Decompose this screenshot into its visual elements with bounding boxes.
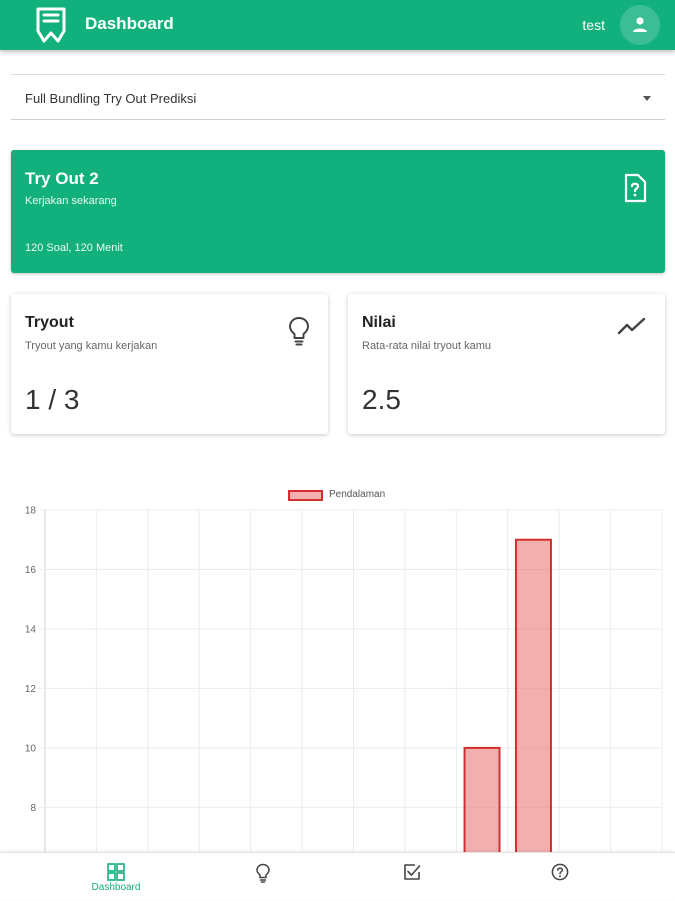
nav-dashboard[interactable]: Dashboard	[32, 853, 200, 901]
nav-label: Dashboard	[91, 882, 141, 893]
question-file-icon	[624, 173, 647, 203]
nav-help[interactable]	[476, 853, 644, 901]
y-tick-label: 16	[25, 565, 37, 576]
nav-tasks[interactable]	[328, 853, 496, 901]
trending-up-icon	[617, 317, 646, 335]
app-logo-icon[interactable]	[34, 5, 68, 45]
page-title: Dashboard	[85, 14, 174, 33]
username-label: test	[582, 17, 605, 33]
stat-value: 2.5	[362, 384, 401, 415]
bar	[463, 746, 501, 852]
bottom-navigation: Dashboard	[0, 852, 675, 900]
account-button[interactable]	[620, 5, 660, 45]
select-value: Full Bundling Try Out Prediksi	[25, 91, 197, 106]
stat-value: 1 / 3	[25, 384, 80, 415]
stat-subtitle: Rata-rata nilai tryout kamu	[362, 340, 491, 352]
legend-swatch	[288, 490, 323, 501]
dashboard-icon	[107, 863, 125, 881]
tryout-package-select[interactable]: Full Bundling Try Out Prediksi	[11, 74, 665, 120]
tryout-stat-card: Tryout Tryout yang kamu kerjakan 1 / 3	[11, 294, 328, 434]
tryout-card[interactable]: Try Out 2 Kerjakan sekarang 120 Soal, 12…	[11, 150, 665, 273]
y-tick-label: 14	[25, 624, 37, 635]
tryout-card-subtitle: Kerjakan sekarang	[25, 195, 117, 207]
bar	[514, 538, 552, 852]
y-tick-label: 12	[25, 684, 37, 695]
legend-label: Pendalaman	[329, 489, 386, 500]
stat-title: Tryout	[25, 314, 74, 331]
chart-area: 8 10 12 14 16 18 Pendalaman	[0, 480, 675, 852]
tryout-card-title: Try Out 2	[25, 169, 99, 188]
nav-tryout[interactable]	[180, 853, 348, 901]
y-tick-label: 8	[30, 803, 36, 814]
person-icon	[633, 17, 647, 32]
y-tick-label: 18	[25, 506, 37, 517]
tryout-card-meta: 120 Soal, 120 Menit	[25, 242, 123, 254]
bar-chart: 8 10 12 14 16 18	[25, 506, 663, 852]
score-stat-card: Nilai Rata-rata nilai tryout kamu 2.5	[348, 294, 665, 434]
checkbox-icon	[404, 864, 421, 880]
lightbulb-icon	[256, 863, 270, 883]
chevron-down-icon	[643, 96, 651, 101]
lightbulb-icon	[289, 317, 309, 346]
app-bar: Dashboard test	[0, 0, 675, 50]
help-icon	[551, 863, 569, 881]
y-tick-label: 10	[25, 743, 37, 754]
stat-subtitle: Tryout yang kamu kerjakan	[25, 340, 158, 352]
stat-title: Nilai	[362, 314, 396, 331]
